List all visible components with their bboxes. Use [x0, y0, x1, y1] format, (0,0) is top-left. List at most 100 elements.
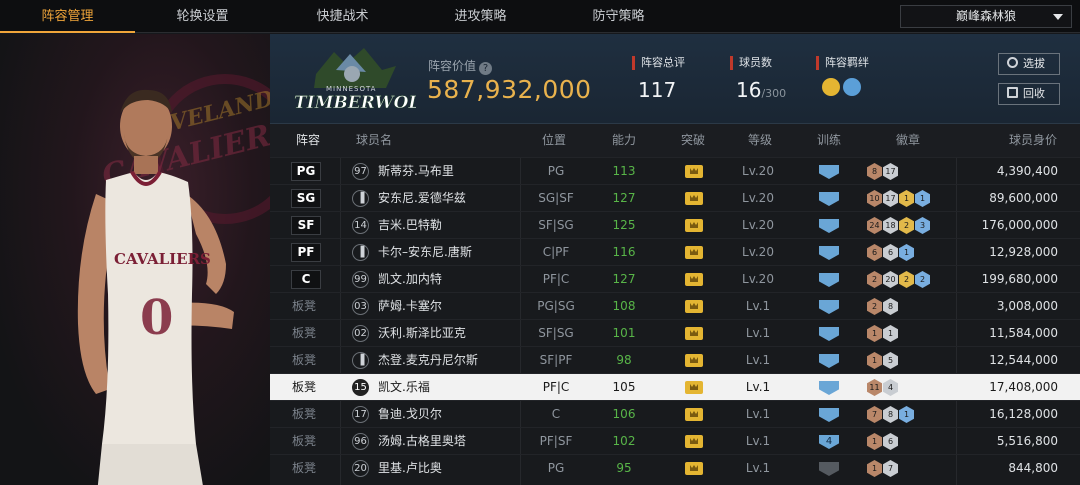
recycle-button[interactable]: 回收 [998, 83, 1060, 105]
select-button[interactable]: 选拔 [998, 53, 1060, 75]
player-count: 16 [736, 78, 762, 102]
crown-icon[interactable] [685, 462, 703, 475]
player-position: PF|C [542, 272, 570, 286]
col-player-worth[interactable]: 球员身价 [1009, 124, 1057, 157]
player-rating: 102 [612, 434, 636, 448]
crown-icon[interactable] [685, 273, 703, 286]
table-row[interactable]: SG ▐ 安东尼.爱德华兹 SG|SF 127 Lv.20 10 17 1 1 89,600,000 [270, 184, 1080, 211]
lineup-rating-value: 117 [638, 78, 677, 102]
badge-list[interactable]: 15 [867, 352, 899, 369]
tab-defense-strategy[interactable]: 防守策略 [551, 0, 686, 33]
table-row[interactable]: 板凳 ▐ 杰登.麦克丹尼尔斯 SF|PF 98 Lv.1 1 5 12,544,000 [270, 346, 1080, 373]
badge-list[interactable]: 781 [867, 406, 915, 423]
player-rating: 98 [616, 353, 632, 367]
badge-list[interactable]: 8 17 [867, 163, 899, 180]
player-worth: 12,928,000 [989, 245, 1058, 259]
training-shield-icon[interactable] [819, 381, 839, 395]
player-rating: 108 [612, 299, 636, 313]
badge-list[interactable]: 661 [867, 244, 915, 261]
badge-hex-icon: 1 [867, 433, 882, 450]
player-worth: 16,128,000 [989, 407, 1058, 421]
lineup-slot-badge: PF [291, 243, 321, 262]
badge-list[interactable]: 17 [867, 460, 899, 477]
badge-list[interactable]: 2 20 2 2 [867, 271, 931, 288]
table-row[interactable]: C 99 凯文.加内特 PF|C 127 Lv.20 2 20 2 2 199,680,000 [270, 265, 1080, 292]
team-dropdown[interactable]: 巅峰森林狼 [900, 5, 1072, 28]
table-row[interactable]: PF ▐ 卡尔–安东尼.唐斯 C|PF 116 Lv.20 6 6 1 12,928,000 [270, 238, 1080, 265]
training-shield-icon[interactable] [819, 354, 839, 368]
training-shield-icon[interactable] [819, 192, 839, 206]
badge-list[interactable]: 16 [867, 433, 899, 450]
table-row[interactable]: 板凳 17 鲁迪.戈贝尔 C 106 Lv.1 7 8 1 16,128,000 [270, 400, 1080, 427]
crown-icon[interactable] [685, 219, 703, 232]
training-shield-icon[interactable] [819, 408, 839, 422]
crown-icon[interactable] [685, 354, 703, 367]
badge-hex-icon: 20 [883, 271, 898, 288]
crown-icon[interactable] [685, 435, 703, 448]
jersey-number: 14 [352, 217, 369, 234]
table-row[interactable]: 板凳 02 沃利.斯泽比亚克 SF|SG 101 Lv.1 1 1 11,584,000 [270, 319, 1080, 346]
badge-list[interactable]: 28 [867, 298, 899, 315]
col-rating[interactable]: 能力 [612, 124, 636, 157]
bond-icons[interactable] [816, 78, 869, 101]
table-row[interactable]: 板凳 15 凯文.乐福 PF|C 105 Lv.1 11 4 17,408,000 [270, 373, 1080, 400]
badge-hex-icon: 8 [867, 163, 882, 180]
player-worth: 89,600,000 [989, 191, 1058, 205]
badge-list[interactable]: 10 17 1 1 [867, 190, 931, 207]
bond-blue-icon[interactable] [843, 78, 861, 96]
player-level: Lv.1 [745, 326, 771, 340]
player-worth: 844,800 [1008, 461, 1058, 475]
crown-icon[interactable] [685, 300, 703, 313]
training-shield-icon[interactable] [819, 462, 839, 476]
badge-list[interactable]: 24 18 2 3 [867, 217, 931, 234]
player-count-label: 球员数 [730, 56, 786, 70]
help-icon[interactable]: ? [479, 62, 493, 75]
player-name: 沃利.斯泽比亚克 [378, 326, 466, 340]
col-badges[interactable]: 徽章 [896, 124, 920, 157]
training-shield-icon[interactable] [819, 165, 839, 179]
crown-icon[interactable] [685, 327, 703, 340]
recycle-button-label: 回收 [1023, 87, 1045, 100]
badge-list[interactable]: 11 [867, 325, 899, 342]
crown-icon[interactable] [685, 192, 703, 205]
training-shield-icon[interactable] [819, 273, 839, 287]
bond-gold-icon[interactable] [822, 78, 840, 96]
player-position: SF|PF [539, 353, 573, 367]
player-position: PF|C [542, 380, 570, 394]
tab-lineup-management[interactable]: 阵容管理 [0, 0, 135, 33]
crown-icon[interactable] [685, 381, 703, 394]
tab-rotation-settings[interactable]: 轮换设置 [135, 0, 270, 33]
training-shield-icon[interactable] [819, 246, 839, 260]
col-breakthrough[interactable]: 突破 [681, 124, 705, 157]
player-position: C [551, 407, 561, 421]
col-player-name[interactable]: 球员名 [356, 124, 392, 157]
table-row[interactable]: 板凳 20 里基.卢比奥 PG 95 Lv.1 1 7 844,800 [270, 454, 1080, 481]
player-worth: 11,584,000 [989, 326, 1058, 340]
crown-icon[interactable] [685, 165, 703, 178]
badge-list[interactable]: 11 4 [867, 379, 899, 396]
table-row[interactable]: 板凳 03 萨姆.卡塞尔 PG|SG 108 Lv.1 2 8 3,008,000 [270, 292, 1080, 319]
col-training[interactable]: 训练 [817, 124, 841, 157]
player-worth: 12,544,000 [989, 353, 1058, 367]
col-level[interactable]: 等级 [748, 124, 772, 157]
player-position: SF|SG [538, 326, 574, 340]
training-shield-icon[interactable] [819, 327, 839, 341]
badge-hex-icon: 1 [899, 244, 914, 261]
training-shield-icon[interactable]: 4 [819, 435, 839, 449]
table-row[interactable]: PG 97 斯蒂芬.马布里 PG 113 Lv.20 8 17 4,390,400 [270, 157, 1080, 184]
table-row[interactable]: SF 14 吉米.巴特勒 SF|SG 125 Lv.20 24 18 2 3 176,000,000 [270, 211, 1080, 238]
crown-icon[interactable] [685, 408, 703, 421]
training-shield-icon[interactable] [819, 219, 839, 233]
col-position[interactable]: 位置 [542, 124, 566, 157]
tab-offense-strategy[interactable]: 进攻策略 [413, 0, 548, 33]
player-name: 汤姆.古格里奥塔 [378, 434, 466, 448]
player-name: 凯文.加内特 [378, 272, 442, 286]
badge-hex-icon: 1 [867, 460, 882, 477]
tab-quick-tactics[interactable]: 快捷战术 [275, 0, 410, 33]
training-shield-icon[interactable] [819, 300, 839, 314]
table-row[interactable]: 板凳 96 汤姆.古格里奥塔 PF|SF 102 Lv.1 4 1 6 5,516,800 [270, 427, 1080, 454]
player-rating: 101 [612, 326, 636, 340]
badge-hex-icon: 7 [883, 460, 898, 477]
col-slot[interactable]: 阵容 [296, 124, 320, 157]
crown-icon[interactable] [685, 246, 703, 259]
